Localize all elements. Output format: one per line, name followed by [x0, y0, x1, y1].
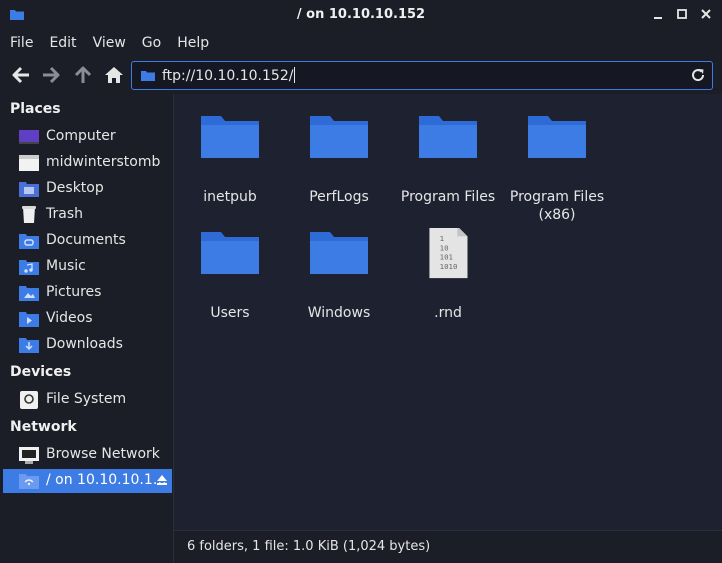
home-icon[interactable] — [103, 64, 125, 86]
computer-icon — [19, 130, 39, 144]
sidebar-item-label: Videos — [46, 310, 93, 326]
sidebar: Places Computer midwinterstomb Desktop T… — [0, 94, 174, 563]
sidebar-item-label: midwinterstomb — [46, 154, 161, 170]
downloads-folder-icon — [19, 338, 39, 353]
file-name: Program Files (x86) — [509, 189, 605, 223]
sidebar-item-home[interactable]: midwinterstomb — [0, 151, 172, 175]
status-bar: 6 folders, 1 file: 1.0 KiB (1,024 bytes) — [174, 530, 722, 563]
pictures-folder-icon — [19, 286, 39, 301]
sidebar-item-label: / on 10.10.10.1… — [46, 472, 167, 488]
title-bar: / on 10.10.10.152 — [0, 0, 722, 30]
documents-folder-icon — [19, 234, 39, 249]
sidebar-item-label: Desktop — [46, 180, 104, 196]
sidebar-item-downloads[interactable]: Downloads — [0, 333, 172, 357]
up-arrow-icon[interactable] — [72, 64, 94, 86]
back-arrow-icon[interactable] — [10, 64, 32, 86]
folder-icon — [310, 116, 368, 158]
devices-header: Devices — [10, 364, 72, 380]
folder-icon — [528, 116, 586, 158]
svg-text:10: 10 — [440, 243, 449, 252]
menu-bar: File Edit View Go Help — [0, 30, 722, 56]
home-folder-icon — [19, 155, 39, 171]
eject-icon[interactable] — [156, 474, 168, 486]
sidebar-item-documents[interactable]: Documents — [0, 229, 172, 253]
binary-file-icon: 1 10 101 1010 — [429, 228, 468, 279]
menu-edit[interactable]: Edit — [49, 35, 76, 51]
file-name: Program Files — [400, 189, 496, 205]
menu-help[interactable]: Help — [177, 35, 209, 51]
location-bar[interactable]: ftp://10.10.10.152/ — [131, 61, 713, 90]
file-name: Windows — [307, 305, 371, 321]
music-folder-icon — [19, 260, 39, 275]
reload-icon[interactable] — [690, 67, 706, 83]
network-icon — [19, 447, 39, 464]
status-text: 6 folders, 1 file: 1.0 KiB (1,024 bytes) — [187, 539, 431, 554]
desktop-icon — [19, 182, 39, 197]
file-name: .rnd — [434, 305, 462, 321]
sidebar-item-pictures[interactable]: Pictures — [0, 281, 172, 305]
sidebar-item-browse-network[interactable]: Browse Network — [0, 443, 172, 467]
sidebar-item-label: Trash — [46, 206, 83, 222]
menu-file[interactable]: File — [10, 35, 33, 51]
sidebar-item-label: Documents — [46, 232, 126, 248]
menu-go[interactable]: Go — [142, 35, 161, 51]
sidebar-item-videos[interactable]: Videos — [0, 307, 172, 331]
svg-text:101: 101 — [440, 253, 453, 262]
location-text: ftp://10.10.10.152/ — [162, 68, 294, 84]
close-icon[interactable] — [700, 8, 712, 20]
svg-text:1: 1 — [440, 234, 444, 243]
text-caret — [294, 67, 296, 83]
sidebar-item-label: Music — [46, 258, 86, 274]
forward-arrow-icon[interactable] — [40, 64, 62, 86]
folder-icon — [201, 232, 259, 274]
file-name: inetpub — [203, 189, 257, 205]
sidebar-item-label: Browse Network — [46, 446, 160, 462]
drive-icon — [20, 391, 38, 409]
network-header: Network — [10, 419, 77, 435]
videos-folder-icon — [19, 312, 39, 327]
sidebar-item-music[interactable]: Music — [0, 255, 172, 279]
file-name: PerfLogs — [309, 189, 369, 205]
folder-icon — [201, 116, 259, 158]
sidebar-item-label: Pictures — [46, 284, 102, 300]
file-view: inetpub PerfLogs Program Files Program F… — [174, 94, 722, 530]
trash-icon — [22, 206, 36, 223]
minimize-icon[interactable] — [652, 8, 664, 20]
window-title: / on 10.10.10.152 — [296, 7, 426, 22]
sidebar-item-computer[interactable]: Computer — [0, 125, 172, 149]
sidebar-item-file-system[interactable]: File System — [0, 388, 172, 412]
svg-text:1010: 1010 — [440, 262, 458, 271]
sidebar-item-label: Downloads — [46, 336, 123, 352]
menu-view[interactable]: View — [93, 35, 126, 51]
places-header: Places — [10, 101, 61, 117]
folder-icon — [310, 232, 368, 274]
sidebar-item-ftp-share[interactable]: / on 10.10.10.1… — [3, 469, 172, 493]
folder-icon — [141, 71, 155, 81]
maximize-icon[interactable] — [676, 8, 688, 20]
sidebar-item-label: Computer — [46, 128, 116, 144]
sidebar-item-trash[interactable]: Trash — [0, 203, 172, 227]
sidebar-item-desktop[interactable]: Desktop — [0, 177, 172, 201]
network-share-icon — [19, 474, 39, 489]
folder-icon — [419, 116, 477, 158]
file-name: Users — [210, 305, 250, 321]
sidebar-item-label: File System — [46, 391, 127, 407]
